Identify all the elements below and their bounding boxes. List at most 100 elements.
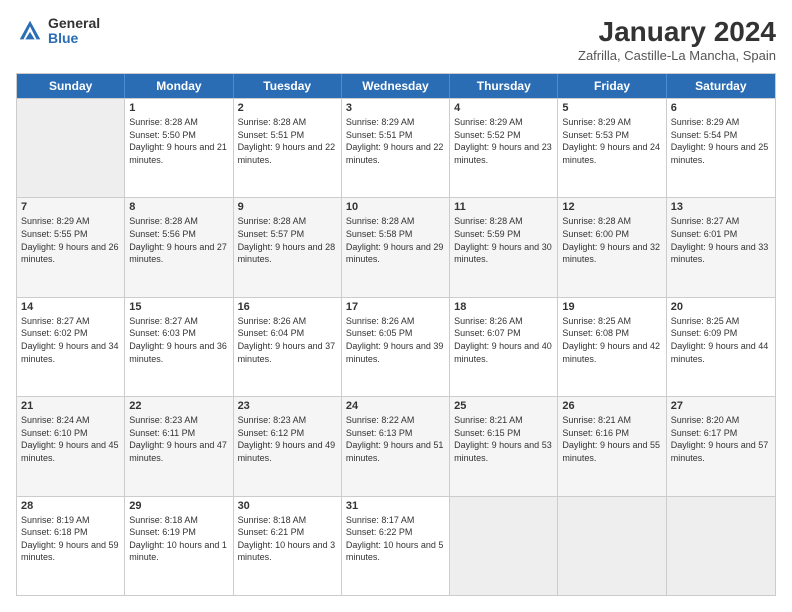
day-info: Sunrise: 8:29 AMSunset: 5:53 PMDaylight:…	[562, 116, 661, 166]
title-block: January 2024 Zafrilla, Castille-La Manch…	[578, 16, 776, 63]
weekday-header: Wednesday	[342, 74, 450, 98]
day-info: Sunrise: 8:23 AMSunset: 6:11 PMDaylight:…	[129, 414, 228, 464]
calendar-row: 28 Sunrise: 8:19 AMSunset: 6:18 PMDayligh…	[17, 496, 775, 595]
calendar-header: SundayMondayTuesdayWednesdayThursdayFrid…	[17, 74, 775, 98]
weekday-header: Tuesday	[234, 74, 342, 98]
calendar: SundayMondayTuesdayWednesdayThursdayFrid…	[16, 73, 776, 596]
day-number: 15	[129, 301, 228, 313]
day-info: Sunrise: 8:25 AMSunset: 6:09 PMDaylight:…	[671, 315, 771, 365]
day-number: 19	[562, 301, 661, 313]
calendar-cell: 18 Sunrise: 8:26 AMSunset: 6:07 PMDayligh…	[450, 298, 558, 396]
day-info: Sunrise: 8:18 AMSunset: 6:19 PMDaylight:…	[129, 514, 228, 564]
logo: General Blue	[16, 16, 100, 47]
day-info: Sunrise: 8:28 AMSunset: 5:57 PMDaylight:…	[238, 215, 337, 265]
day-number: 1	[129, 102, 228, 114]
day-info: Sunrise: 8:26 AMSunset: 6:07 PMDaylight:…	[454, 315, 553, 365]
logo-icon	[16, 17, 44, 45]
logo-general-text: General	[48, 16, 100, 31]
calendar-cell: 10Sunrise: 8:28 AMSunset: 5:58 PMDayligh…	[342, 198, 450, 296]
calendar-cell	[17, 99, 125, 197]
calendar-cell: 13 Sunrise: 8:27 AMSunset: 6:01 PMDayligh…	[667, 198, 775, 296]
day-number: 2	[238, 102, 337, 114]
day-info: Sunrise: 8:29 AMSunset: 5:55 PMDaylight:…	[21, 215, 120, 265]
day-number: 6	[671, 102, 771, 114]
weekday-header: Monday	[125, 74, 233, 98]
day-info: Sunrise: 8:17 AMSunset: 6:22 PMDaylight:…	[346, 514, 445, 564]
weekday-header: Saturday	[667, 74, 775, 98]
day-number: 28	[21, 500, 120, 512]
weekday-header: Friday	[558, 74, 666, 98]
day-info: Sunrise: 8:27 AMSunset: 6:01 PMDaylight:…	[671, 215, 771, 265]
calendar-row: 1 Sunrise: 8:28 AMSunset: 5:50 PMDaylight…	[17, 98, 775, 197]
page: General Blue January 2024 Zafrilla, Cast…	[0, 0, 792, 612]
day-info: Sunrise: 8:26 AMSunset: 6:04 PMDaylight:…	[238, 315, 337, 365]
day-info: Sunrise: 8:28 AMSunset: 6:00 PMDaylight:…	[562, 215, 661, 265]
day-info: Sunrise: 8:20 AMSunset: 6:17 PMDaylight:…	[671, 414, 771, 464]
calendar-cell: 15Sunrise: 8:27 AMSunset: 6:03 PMDayligh…	[125, 298, 233, 396]
day-number: 21	[21, 400, 120, 412]
calendar-cell: 7Sunrise: 8:29 AMSunset: 5:55 PMDaylight…	[17, 198, 125, 296]
day-info: Sunrise: 8:28 AMSunset: 5:59 PMDaylight:…	[454, 215, 553, 265]
day-info: Sunrise: 8:29 AMSunset: 5:54 PMDaylight:…	[671, 116, 771, 166]
calendar-cell: 24 Sunrise: 8:22 AMSunset: 6:13 PMDayligh…	[342, 397, 450, 495]
calendar-cell	[450, 497, 558, 595]
calendar-cell: 17 Sunrise: 8:26 AMSunset: 6:05 PMDayligh…	[342, 298, 450, 396]
calendar-cell	[558, 497, 666, 595]
calendar-cell: 31Sunrise: 8:17 AMSunset: 6:22 PMDayligh…	[342, 497, 450, 595]
day-info: Sunrise: 8:21 AMSunset: 6:15 PMDaylight:…	[454, 414, 553, 464]
day-info: Sunrise: 8:21 AMSunset: 6:16 PMDaylight:…	[562, 414, 661, 464]
day-info: Sunrise: 8:26 AMSunset: 6:05 PMDaylight:…	[346, 315, 445, 365]
day-number: 29	[129, 500, 228, 512]
day-info: Sunrise: 8:28 AMSunset: 5:51 PMDaylight:…	[238, 116, 337, 166]
day-number: 5	[562, 102, 661, 114]
day-number: 18	[454, 301, 553, 313]
logo-blue-text: Blue	[48, 31, 100, 46]
calendar-cell: 28 Sunrise: 8:19 AMSunset: 6:18 PMDayligh…	[17, 497, 125, 595]
calendar-cell: 8 Sunrise: 8:28 AMSunset: 5:56 PMDaylight…	[125, 198, 233, 296]
day-number: 16	[238, 301, 337, 313]
day-info: Sunrise: 8:18 AMSunset: 6:21 PMDaylight:…	[238, 514, 337, 564]
day-number: 8	[129, 201, 228, 213]
day-number: 22	[129, 400, 228, 412]
day-info: Sunrise: 8:29 AMSunset: 5:51 PMDaylight:…	[346, 116, 445, 166]
day-number: 4	[454, 102, 553, 114]
day-number: 24	[346, 400, 445, 412]
calendar-cell: 25Sunrise: 8:21 AMSunset: 6:15 PMDayligh…	[450, 397, 558, 495]
calendar-cell: 29 Sunrise: 8:18 AMSunset: 6:19 PMDayligh…	[125, 497, 233, 595]
calendar-cell: 20Sunrise: 8:25 AMSunset: 6:09 PMDayligh…	[667, 298, 775, 396]
day-info: Sunrise: 8:19 AMSunset: 6:18 PMDaylight:…	[21, 514, 120, 564]
calendar-cell: 21Sunrise: 8:24 AMSunset: 6:10 PMDayligh…	[17, 397, 125, 495]
calendar-cell: 2 Sunrise: 8:28 AMSunset: 5:51 PMDaylight…	[234, 99, 342, 197]
calendar-cell: 4Sunrise: 8:29 AMSunset: 5:52 PMDaylight…	[450, 99, 558, 197]
calendar-cell: 5 Sunrise: 8:29 AMSunset: 5:53 PMDaylight…	[558, 99, 666, 197]
calendar-cell: 23 Sunrise: 8:23 AMSunset: 6:12 PMDayligh…	[234, 397, 342, 495]
calendar-cell: 22 Sunrise: 8:23 AMSunset: 6:11 PMDayligh…	[125, 397, 233, 495]
month-year: January 2024	[578, 16, 776, 48]
weekday-header: Sunday	[17, 74, 125, 98]
day-number: 14	[21, 301, 120, 313]
calendar-cell: 6 Sunrise: 8:29 AMSunset: 5:54 PMDaylight…	[667, 99, 775, 197]
day-number: 27	[671, 400, 771, 412]
calendar-cell	[667, 497, 775, 595]
day-info: Sunrise: 8:28 AMSunset: 5:56 PMDaylight:…	[129, 215, 228, 265]
day-number: 13	[671, 201, 771, 213]
weekday-header: Thursday	[450, 74, 558, 98]
day-number: 3	[346, 102, 445, 114]
calendar-cell: 14Sunrise: 8:27 AMSunset: 6:02 PMDayligh…	[17, 298, 125, 396]
day-number: 30	[238, 500, 337, 512]
day-info: Sunrise: 8:23 AMSunset: 6:12 PMDaylight:…	[238, 414, 337, 464]
day-info: Sunrise: 8:28 AMSunset: 5:50 PMDaylight:…	[129, 116, 228, 166]
day-number: 10	[346, 201, 445, 213]
day-info: Sunrise: 8:25 AMSunset: 6:08 PMDaylight:…	[562, 315, 661, 365]
day-number: 23	[238, 400, 337, 412]
calendar-cell: 11Sunrise: 8:28 AMSunset: 5:59 PMDayligh…	[450, 198, 558, 296]
day-number: 12	[562, 201, 661, 213]
day-number: 17	[346, 301, 445, 313]
day-info: Sunrise: 8:22 AMSunset: 6:13 PMDaylight:…	[346, 414, 445, 464]
location: Zafrilla, Castille-La Mancha, Spain	[578, 48, 776, 63]
calendar-cell: 27 Sunrise: 8:20 AMSunset: 6:17 PMDayligh…	[667, 397, 775, 495]
day-number: 26	[562, 400, 661, 412]
header: General Blue January 2024 Zafrilla, Cast…	[16, 16, 776, 63]
calendar-row: 21Sunrise: 8:24 AMSunset: 6:10 PMDayligh…	[17, 396, 775, 495]
calendar-cell: 3 Sunrise: 8:29 AMSunset: 5:51 PMDaylight…	[342, 99, 450, 197]
